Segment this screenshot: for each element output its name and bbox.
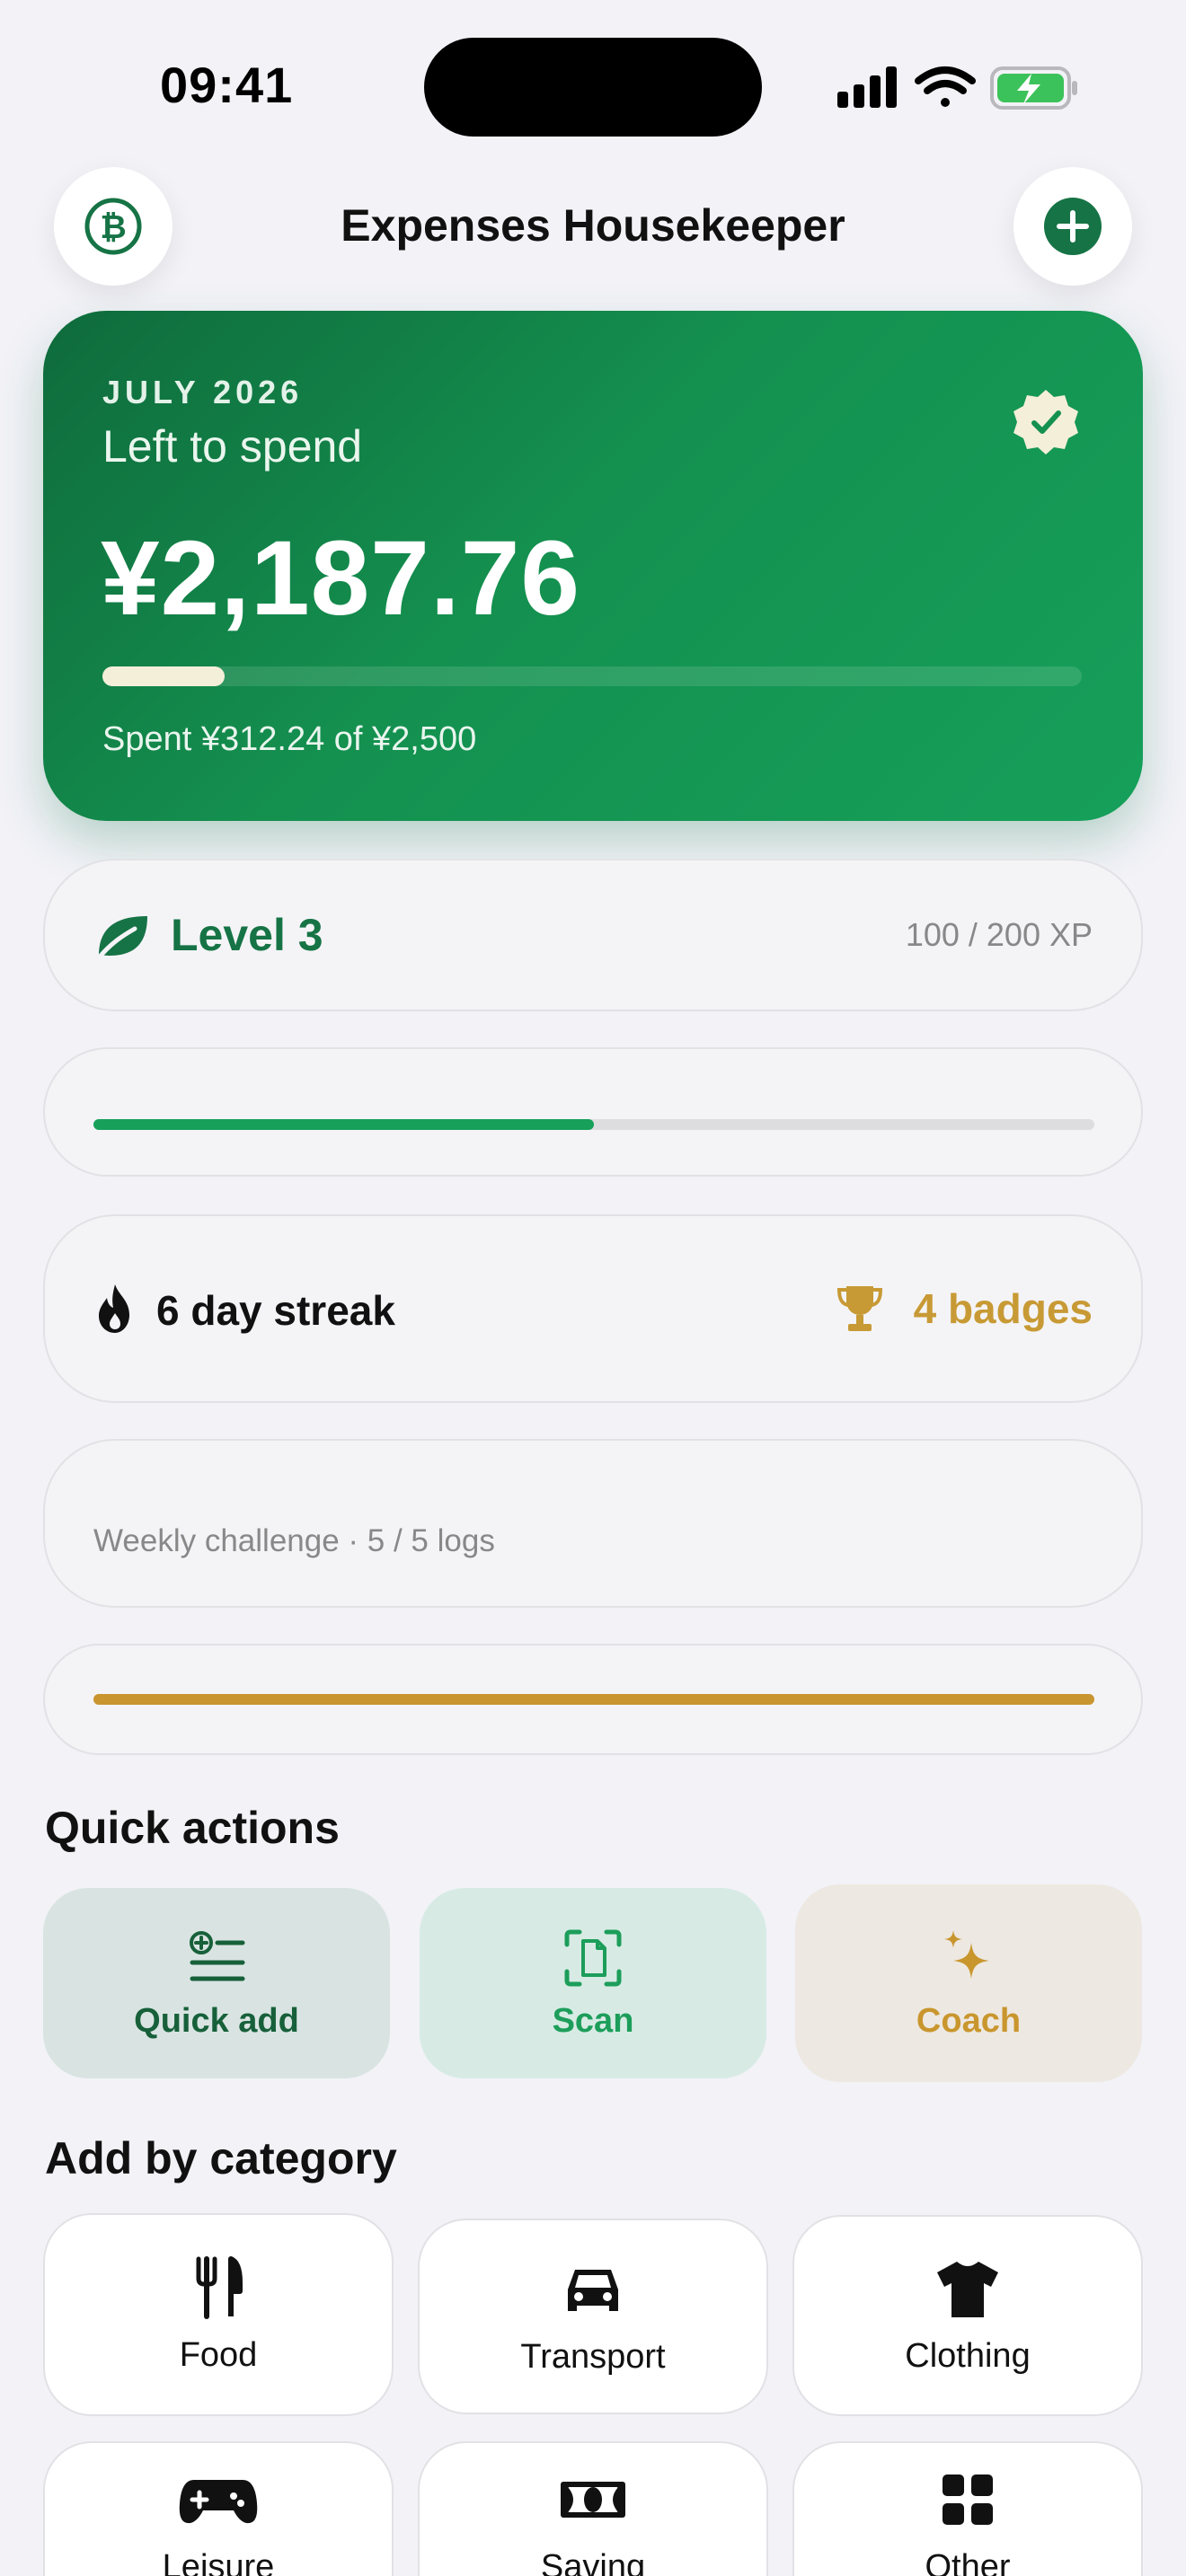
scan-label: Scan (552, 2001, 634, 2040)
category-other[interactable]: Other (792, 2441, 1143, 2576)
category-label: Saving (540, 2547, 646, 2576)
categories-title: Add by category (45, 2133, 397, 2183)
budget-progress-fill (102, 666, 226, 686)
verified-badge-icon (1013, 390, 1078, 454)
streak-card[interactable]: 6 day streak 4 badges (43, 1214, 1143, 1403)
xp-progress-track (93, 1119, 1094, 1130)
add-expense-button[interactable] (1013, 167, 1132, 286)
category-label: Other (925, 2547, 1011, 2576)
car-icon (568, 2269, 618, 2311)
coach-label: Coach (916, 2001, 1022, 2040)
wifi-icon (915, 66, 976, 107)
scan-button[interactable]: Scan (420, 1888, 766, 2078)
gamepad-icon (179, 2479, 258, 2523)
quick-add-button[interactable]: Quick add (43, 1888, 390, 2078)
category-saving[interactable]: Saving (418, 2441, 768, 2576)
category-label: Clothing (905, 2336, 1031, 2375)
trophy-icon (836, 1286, 883, 1331)
quick-actions-title: Quick actions (45, 1803, 340, 1853)
category-clothing[interactable]: Clothing (792, 2215, 1143, 2416)
battery-charging-icon (990, 66, 1077, 110)
category-food[interactable]: Food (43, 2213, 394, 2416)
level-card[interactable]: Level 3 100 / 200 XP (43, 859, 1143, 1011)
quick-add-label: Quick add (134, 2001, 299, 2040)
streak-label: 6 day streak (156, 1287, 395, 1334)
fork-knife-icon (196, 2255, 243, 2319)
sparkles-icon (944, 1929, 989, 1979)
banknote-icon (561, 2481, 625, 2518)
scan-document-icon (564, 1929, 622, 1986)
weekly-progress-card (43, 1644, 1143, 1755)
flame-icon (99, 1284, 129, 1333)
category-label: Leisure (162, 2547, 275, 2576)
list-add-icon (190, 1930, 245, 1981)
remaining-amount: ¥2,187.76 (101, 519, 580, 638)
category-transport[interactable]: Transport (418, 2219, 768, 2414)
category-label: Food (179, 2335, 258, 2374)
coach-button[interactable]: Coach (795, 1884, 1142, 2082)
summary-subtitle: Left to spend (102, 421, 363, 472)
grid-icon (943, 2474, 993, 2525)
status-icons (837, 66, 1077, 110)
weekly-progress-track (93, 1694, 1094, 1705)
budget-progress-track (102, 666, 1082, 686)
level-label: Level 3 (171, 910, 323, 960)
cellular-signal-icon (837, 66, 897, 108)
category-label: Transport (520, 2337, 666, 2376)
weekly-progress-fill (93, 1694, 1094, 1705)
weekly-challenge-label: Weekly challenge · 5 / 5 logs (93, 1523, 495, 1558)
category-leisure[interactable]: Leisure (43, 2441, 394, 2576)
summary-month: JULY 2026 (102, 374, 304, 410)
dynamic-island (424, 38, 762, 137)
spent-text: Spent ¥312.24 of ¥2,500 (102, 720, 477, 758)
page-title: Expenses Housekeeper (341, 200, 845, 251)
leaf-icon (98, 916, 147, 958)
xp-progress-card (43, 1047, 1143, 1177)
badges-count: 4 badges (913, 1285, 1093, 1332)
plus-circle-icon (1044, 198, 1102, 255)
weekly-challenge-card[interactable]: Weekly challenge · 5 / 5 logs (43, 1439, 1143, 1608)
tshirt-icon (937, 2261, 998, 2317)
xp-progress-fill (93, 1119, 594, 1130)
status-time: 09:41 (160, 57, 294, 113)
xp-text: 100 / 200 XP (905, 916, 1093, 953)
budget-summary-card[interactable]: JULY 2026 Left to spend ¥2,187.76 Spent … (43, 311, 1143, 821)
